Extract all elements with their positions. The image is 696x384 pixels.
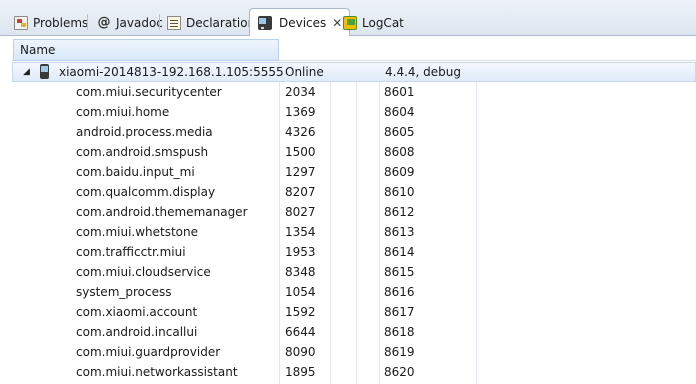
process-pid: 1895: [285, 365, 316, 379]
process-port: 8617: [384, 305, 415, 319]
device-tree: ◢ xiaomi-2014813-192.168.1.105:5555 Onli…: [0, 62, 696, 382]
tab-declaration-label: Declaration: [186, 15, 256, 30]
table-row[interactable]: com.miui.networkassistant 1895 8620: [0, 362, 696, 382]
process-name: com.android.smspush: [76, 145, 209, 159]
process-name: com.miui.securitycenter: [76, 85, 222, 99]
process-port: 8616: [384, 285, 415, 299]
process-port: 8619: [384, 345, 415, 359]
process-name: android.process.media: [76, 125, 213, 139]
process-pid: 8348: [285, 265, 316, 279]
process-pid: 1369: [285, 105, 316, 119]
tab-javadoc[interactable]: @ Javadoc: [91, 9, 169, 36]
tab-problems[interactable]: Problems: [8, 9, 94, 36]
table-row[interactable]: com.qualcomm.display 8207 8610: [0, 182, 696, 202]
process-pid: 1297: [285, 165, 316, 179]
tab-declaration[interactable]: Declaration: [161, 9, 261, 36]
process-port: 8614: [384, 245, 415, 259]
process-name: com.miui.guardprovider: [76, 345, 221, 359]
process-port: 8601: [384, 85, 415, 99]
process-pid: 8207: [285, 185, 316, 199]
at-sign-icon: @: [97, 14, 111, 30]
process-pid: 1953: [285, 245, 316, 259]
process-port: 8605: [384, 125, 415, 139]
table-row[interactable]: com.miui.securitycenter 2034 8601: [0, 82, 696, 102]
tab-logcat-label: LogCat: [362, 15, 404, 30]
table-row[interactable]: com.miui.cloudservice 8348 8615: [0, 262, 696, 282]
process-name: com.xiaomi.account: [76, 305, 198, 319]
process-port: 8612: [384, 205, 415, 219]
table-row[interactable]: com.baidu.input_mi 1297 8609: [0, 162, 696, 182]
table-row[interactable]: system_process 1054 8616: [0, 282, 696, 302]
process-port: 8620: [384, 365, 415, 379]
table-header: Name: [12, 39, 696, 61]
process-pid: 6644: [285, 325, 316, 339]
tab-separator: [87, 14, 88, 30]
process-name: com.android.incallui: [76, 325, 198, 339]
tab-devices-label: Devices: [279, 15, 327, 30]
process-name: com.miui.home: [76, 105, 170, 119]
phone-icon: [40, 64, 49, 79]
problems-icon: [14, 15, 28, 30]
process-name: system_process: [76, 285, 172, 299]
declaration-icon: [167, 15, 181, 30]
table-row[interactable]: com.android.smspush 1500 8608: [0, 142, 696, 162]
table-row[interactable]: com.miui.home 1369 8604: [0, 102, 696, 122]
table-row[interactable]: com.trafficctr.miui 1953 8614: [0, 242, 696, 262]
table-row[interactable]: com.xiaomi.account 1592 8617: [0, 302, 696, 322]
collapse-arrow-icon[interactable]: ◢: [23, 63, 30, 81]
table-row[interactable]: com.miui.whetstone 1354 8613: [0, 222, 696, 242]
table-row[interactable]: com.android.thememanager 8027 8612: [0, 202, 696, 222]
tab-problems-label: Problems: [33, 15, 89, 30]
process-pid: 1054: [285, 285, 316, 299]
phone-icon: [258, 15, 272, 30]
process-pid: 2034: [285, 85, 316, 99]
table-row[interactable]: com.miui.guardprovider 8090 8619: [0, 342, 696, 362]
process-port: 8610: [384, 185, 415, 199]
logcat-icon: [343, 15, 357, 30]
process-name: com.baidu.input_mi: [76, 165, 195, 179]
tab-logcat[interactable]: LogCat: [337, 9, 410, 36]
process-name: com.trafficctr.miui: [76, 245, 186, 259]
process-port: 8618: [384, 325, 415, 339]
process-port: 8608: [384, 145, 415, 159]
process-port: 8609: [384, 165, 415, 179]
process-pid: 1354: [285, 225, 316, 239]
process-name: com.android.thememanager: [76, 205, 248, 219]
tab-devices[interactable]: Devices ✕: [249, 8, 351, 36]
column-header-name[interactable]: Name: [13, 39, 279, 61]
device-row[interactable]: ◢ xiaomi-2014813-192.168.1.105:5555 Onli…: [12, 62, 696, 82]
process-pid: 1500: [285, 145, 316, 159]
table-row[interactable]: android.process.media 4326 8605: [0, 122, 696, 142]
table-row[interactable]: com.android.incallui 6644 8618: [0, 322, 696, 342]
process-name: com.miui.whetstone: [76, 225, 199, 239]
view-tab-bar: Problems @ Javadoc Declaration Devices ✕…: [0, 0, 696, 36]
process-pid: 4326: [285, 125, 316, 139]
process-pid: 8090: [285, 345, 316, 359]
tab-javadoc-label: Javadoc: [116, 15, 163, 30]
process-port: 8615: [384, 265, 415, 279]
process-port: 8604: [384, 105, 415, 119]
process-pid: 8027: [285, 205, 316, 219]
process-port: 8613: [384, 225, 415, 239]
process-pid: 1592: [285, 305, 316, 319]
tab-separator: [159, 14, 160, 30]
device-name: xiaomi-2014813-192.168.1.105:5555: [59, 65, 284, 79]
process-name: com.miui.networkassistant: [76, 365, 238, 379]
process-name: com.qualcomm.display: [76, 185, 216, 199]
device-version: 4.4.4, debug: [385, 65, 462, 79]
process-name: com.miui.cloudservice: [76, 265, 211, 279]
device-status: Online: [285, 65, 324, 79]
